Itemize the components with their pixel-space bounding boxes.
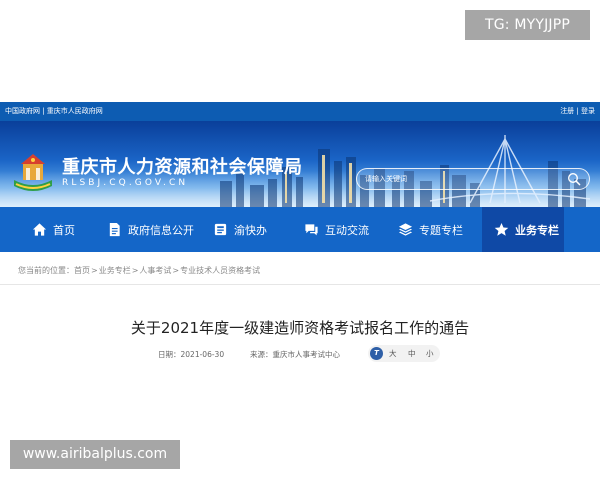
site-domain: RLSBJ.CQ.GOV.CN (62, 178, 189, 188)
search-box (356, 168, 590, 190)
font-size-icon: T (370, 347, 383, 360)
search-icon[interactable] (567, 172, 581, 186)
font-size-large-option[interactable]: 大 (389, 345, 397, 362)
breadcrumb-item-business[interactable]: 业务专栏 (99, 266, 131, 275)
nav-item-business[interactable]: 业务专栏 (482, 207, 564, 252)
breadcrumb-prefix: 您当前的位置： (18, 266, 74, 275)
nav-item-label: 政府信息公开 (128, 223, 194, 237)
breadcrumb-separator: > (91, 266, 98, 275)
breadcrumb-item-home[interactable]: 首页 (74, 266, 90, 275)
book-icon (214, 223, 227, 236)
nav-item-label: 业务专栏 (515, 223, 559, 237)
nav-item-gov-info[interactable]: 政府信息公开 (107, 207, 194, 252)
watermark-top: TG: MYYJJPP (465, 10, 590, 40)
nav-item-yukuaiban[interactable]: 渝快办 (213, 207, 267, 252)
layers-icon (398, 223, 413, 236)
search-input[interactable] (365, 169, 555, 189)
breadcrumb-item-personnel-exam[interactable]: 人事考试 (139, 266, 171, 275)
register-login-links[interactable]: 注册 | 登录 (560, 102, 595, 121)
nav-item-label: 互动交流 (325, 223, 369, 237)
article-date: 日期：2021-06-30 (158, 350, 225, 359)
bureau-logo (14, 154, 52, 191)
document-icon (109, 222, 120, 237)
nav-item-label: 专题专栏 (419, 223, 463, 237)
site-header: 中国政府网 | 重庆市人民政府网 注册 | 登录 重庆市人力资源和社会保障局 R… (0, 102, 600, 252)
page: TG: MYYJJPP 中国政府网 | 重庆市人民政府网 注册 | 登录 重庆市… (0, 0, 600, 480)
breadcrumb-divider (0, 284, 600, 285)
gov-portal-links[interactable]: 中国政府网 | 重庆市人民政府网 (5, 102, 103, 121)
top-bar: 中国政府网 | 重庆市人民政府网 注册 | 登录 (0, 102, 600, 121)
breadcrumb-separator: > (131, 266, 139, 275)
nav-item-label: 渝快办 (234, 223, 267, 237)
breadcrumb: 您当前的位置：首页>业务专栏>人事考试>专业技术人员资格考试 (18, 265, 260, 276)
breadcrumb-item-qualification-exam[interactable]: 专业技术人员资格考试 (180, 266, 260, 275)
header-banner: 重庆市人力资源和社会保障局 RLSBJ.CQ.GOV.CN (0, 121, 600, 207)
nav-item-topics[interactable]: 专题专栏 (398, 207, 463, 252)
nav-item-interaction[interactable]: 互动交流 (304, 207, 369, 252)
main-nav: 首页 政府信息公开 渝快办 互动交流 专题专栏 业务专栏 (0, 207, 600, 252)
nav-item-home[interactable]: 首页 (32, 207, 75, 252)
chat-icon (305, 224, 318, 236)
font-size-small-option[interactable]: 小 (426, 345, 434, 362)
breadcrumb-separator: > (172, 266, 180, 275)
star-icon (494, 222, 509, 236)
font-size-medium-option[interactable]: 中 (408, 345, 416, 362)
watermark-bottom: www.airibalplus.com (10, 440, 180, 469)
font-size-control: T 大 中 小 (368, 345, 440, 362)
article-title: 关于2021年度一级建造师资格考试报名工作的通告 (130, 319, 470, 337)
nav-item-label: 首页 (53, 223, 75, 237)
site-title[interactable]: 重庆市人力资源和社会保障局 (62, 153, 303, 179)
home-icon (32, 223, 47, 236)
article-source: 来源：重庆市人事考试中心 (250, 350, 340, 359)
